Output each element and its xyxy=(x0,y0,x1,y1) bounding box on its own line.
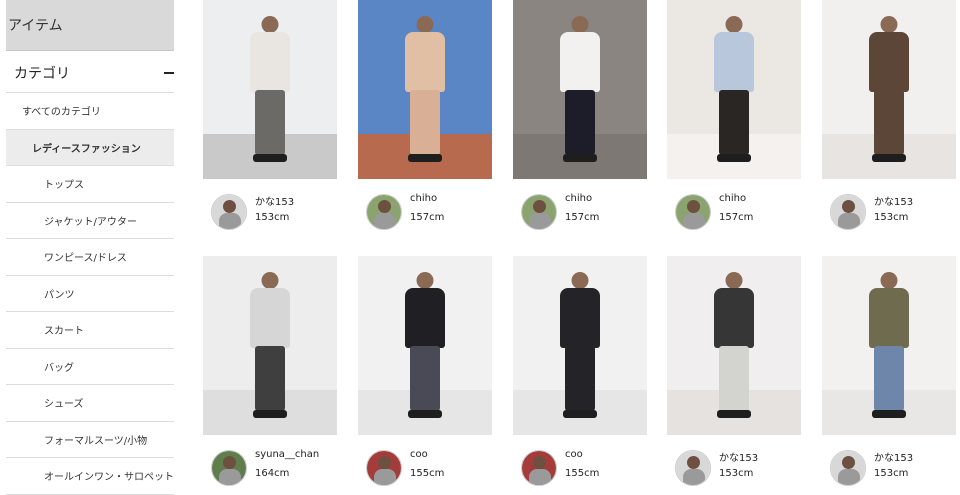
outfit-card[interactable]: chiho 157cm xyxy=(358,0,492,239)
user-height: 155cm xyxy=(410,468,445,479)
user-avatar[interactable] xyxy=(521,450,557,486)
sidebar-item-label: バッグ xyxy=(44,362,74,374)
user-height: 155cm xyxy=(565,468,600,479)
outfit-card[interactable]: syuna__chan 164cm xyxy=(203,256,337,495)
outfit-photo[interactable] xyxy=(513,256,647,435)
sidebar-item-1[interactable]: レディースファッション xyxy=(6,129,174,166)
sidebar-item-10[interactable]: オールインワン・サロペット xyxy=(6,458,174,495)
username[interactable]: かな153 xyxy=(874,193,913,208)
user-height: 157cm xyxy=(410,212,445,223)
username[interactable]: syuna__chan xyxy=(255,449,319,460)
username[interactable]: かな153 xyxy=(719,449,758,464)
sidebar-item-8[interactable]: シューズ xyxy=(6,385,174,422)
outfit-card[interactable]: coo 155cm xyxy=(358,256,492,495)
outfit-photo[interactable] xyxy=(667,256,801,435)
outfit-photo[interactable] xyxy=(822,256,956,435)
sidebar-item-2[interactable]: トップス xyxy=(6,166,174,203)
outfit-photo[interactable] xyxy=(822,0,956,179)
username[interactable]: coo xyxy=(410,449,428,460)
user-height: 157cm xyxy=(565,212,600,223)
user-meta: syuna__chan 164cm xyxy=(203,435,337,495)
sidebar-item-0[interactable]: すべてのカテゴリ xyxy=(6,93,174,130)
user-avatar[interactable] xyxy=(366,194,402,230)
user-avatar[interactable] xyxy=(830,194,866,230)
user-meta: chiho 157cm xyxy=(358,179,492,239)
outfit-card[interactable]: coo 155cm xyxy=(513,256,647,495)
sidebar-item-label: シューズ xyxy=(44,399,84,411)
sidebar-item-5[interactable]: パンツ xyxy=(6,276,174,312)
user-meta: chiho 157cm xyxy=(513,179,647,239)
category-toggle[interactable]: カテゴリ xyxy=(6,53,174,93)
outfit-photo[interactable] xyxy=(667,0,801,179)
user-height: 164cm xyxy=(255,468,290,479)
sidebar-item-3[interactable]: ジャケット/アウター xyxy=(6,203,174,239)
user-meta: かな153 153cm xyxy=(203,179,337,239)
user-meta: かな153 153cm xyxy=(822,435,956,495)
outfit-photo[interactable] xyxy=(513,0,647,179)
sidebar-item-6[interactable]: スカート xyxy=(6,312,174,349)
user-height: 153cm xyxy=(874,468,909,479)
user-avatar[interactable] xyxy=(675,194,711,230)
outfit-card[interactable]: chiho 157cm xyxy=(513,0,647,239)
sidebar-item-4[interactable]: ワンピース/ドレス xyxy=(6,239,174,276)
outfit-card[interactable]: かな153 153cm xyxy=(822,0,956,239)
username[interactable]: かな153 xyxy=(255,193,294,208)
outfit-photo[interactable] xyxy=(203,256,337,435)
category-list: すべてのカテゴリレディースファッショントップスジャケット/アウター ワンピース/ド… xyxy=(6,93,174,495)
sidebar-item-label: レディースファッション xyxy=(32,143,141,155)
user-avatar[interactable] xyxy=(830,450,866,486)
sidebar-item-label: すべてのカテゴリ xyxy=(22,107,101,119)
user-height: 153cm xyxy=(874,212,909,223)
category-sidebar: アイテム カテゴリ すべてのカテゴリレディースファッショントップスジャケット/ア… xyxy=(6,0,174,495)
sidebar-item-label: トップス xyxy=(44,180,84,192)
user-meta: かな153 153cm xyxy=(822,179,956,239)
collapse-minus-icon[interactable] xyxy=(164,71,174,74)
sidebar-item-9[interactable]: フォーマルスーツ/小物 xyxy=(6,422,174,458)
user-avatar[interactable] xyxy=(211,450,247,486)
outfit-card[interactable]: かな153 153cm xyxy=(822,256,956,495)
outfit-photo[interactable] xyxy=(358,0,492,179)
user-avatar[interactable] xyxy=(675,450,711,486)
sidebar-item-label: ワンピース/ドレス xyxy=(44,253,127,265)
user-height: 153cm xyxy=(719,468,754,479)
user-height: 153cm xyxy=(255,212,290,223)
username[interactable]: chiho xyxy=(565,193,592,204)
username[interactable]: chiho xyxy=(410,193,437,204)
user-avatar[interactable] xyxy=(211,194,247,230)
user-avatar[interactable] xyxy=(366,450,402,486)
outfit-card[interactable]: かな153 153cm xyxy=(203,0,337,239)
user-meta: coo 155cm xyxy=(358,435,492,495)
category-label: カテゴリ xyxy=(14,65,70,82)
sidebar-item-label: オールインワン・サロペット xyxy=(44,472,174,484)
sidebar-item-label: フォーマルスーツ/小物 xyxy=(44,435,148,447)
sidebar-header: アイテム xyxy=(6,0,174,51)
user-avatar[interactable] xyxy=(521,194,557,230)
outfit-card[interactable]: かな153 153cm xyxy=(667,256,801,495)
sidebar-item-label: ジャケット/アウター xyxy=(44,216,137,228)
username[interactable]: chiho xyxy=(719,193,746,204)
user-meta: かな153 153cm xyxy=(667,435,801,495)
sidebar-item-label: スカート xyxy=(44,326,84,338)
outfit-photo[interactable] xyxy=(358,256,492,435)
sidebar-item-label: パンツ xyxy=(44,289,75,301)
user-meta: coo 155cm xyxy=(513,435,647,495)
outfit-photo[interactable] xyxy=(203,0,337,179)
username[interactable]: かな153 xyxy=(874,449,913,464)
sidebar-item-7[interactable]: バッグ xyxy=(6,349,174,385)
outfit-card[interactable]: chiho 157cm xyxy=(667,0,801,239)
user-height: 157cm xyxy=(719,212,754,223)
username[interactable]: coo xyxy=(565,449,583,460)
user-meta: chiho 157cm xyxy=(667,179,801,239)
